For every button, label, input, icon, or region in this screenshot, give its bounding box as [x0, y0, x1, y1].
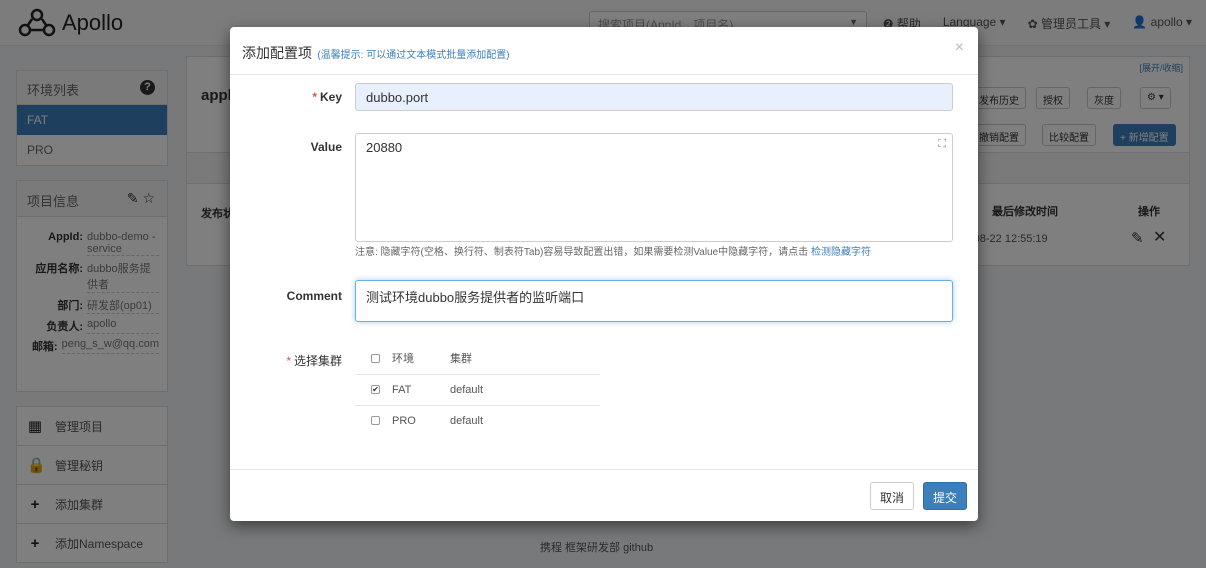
close-icon[interactable]: × [955, 39, 964, 57]
cluster-checkbox-fat[interactable]: ✔ [371, 385, 380, 395]
submit-button[interactable]: 提交 [923, 482, 968, 510]
cluster-row-pro[interactable]: PRO default [355, 405, 600, 436]
cluster-checkbox-pro[interactable] [371, 416, 380, 426]
modal-tip[interactable]: (温馨提示: 可以通过文本模式批量添加配置) [317, 50, 509, 61]
comment-textarea[interactable]: 测试环境dubbo服务提供者的监听端口 [355, 280, 953, 322]
modal-footer: 取消 提交 [230, 469, 978, 521]
cluster-table: 环境 集群 ✔ FAT default PRO default [355, 343, 600, 436]
cancel-button[interactable]: 取消 [870, 482, 915, 510]
modal-header: 添加配置项 (温馨提示: 可以通过文本模式批量添加配置) × [230, 27, 978, 75]
cluster-table-header: 环境 集群 [355, 343, 600, 375]
key-label: * Key [312, 90, 342, 104]
cluster-row-fat[interactable]: ✔ FAT default [355, 374, 600, 406]
value-label: Value [310, 140, 342, 154]
select-all-checkbox[interactable] [371, 353, 380, 363]
check-hidden-chars-link[interactable]: 检测隐藏字符 [811, 247, 871, 258]
hidden-char-note: 注意: 隐藏字符(空格、换行符、制表符Tab)容易导致配置出错，如果需要检测Va… [355, 247, 871, 258]
add-config-modal: 添加配置项 (温馨提示: 可以通过文本模式批量添加配置) × * Key dubb… [230, 27, 978, 521]
cluster-label: * 选择集群 [286, 354, 342, 368]
value-text: 20880 [366, 140, 403, 155]
key-input[interactable]: dubbo.port [355, 83, 953, 111]
col-cluster: 集群 [450, 343, 600, 375]
col-env: 环境 [380, 343, 450, 375]
fullscreen-icon[interactable]: ⛶ [938, 138, 946, 151]
modal-title: 添加配置项 [242, 45, 312, 61]
comment-label: Comment [286, 289, 342, 303]
value-textarea[interactable]: 20880 ⛶ [355, 133, 953, 242]
